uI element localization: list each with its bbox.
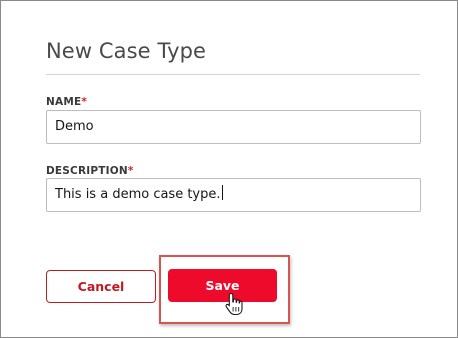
description-input[interactable]: This is a demo case type. (46, 178, 421, 212)
description-label: DESCRIPTION* (46, 165, 134, 177)
text-caret (221, 185, 223, 200)
name-required-marker: * (81, 96, 88, 108)
description-required-marker: * (127, 165, 134, 177)
description-label-text: DESCRIPTION (46, 165, 128, 177)
name-input-value: Demo (55, 119, 94, 134)
title-divider (46, 74, 420, 75)
dialog-title: New Case Type (46, 39, 207, 63)
description-input-value: This is a demo case type. (55, 187, 221, 202)
new-case-type-dialog: New Case Type NAME* Demo DESCRIPTION* Th… (0, 0, 458, 338)
cancel-button[interactable]: Cancel (46, 270, 156, 303)
save-button[interactable]: Save (168, 269, 277, 302)
name-input[interactable]: Demo (46, 110, 421, 144)
name-label-text: NAME (46, 96, 82, 108)
hand-pointer-icon (225, 292, 243, 316)
name-label: NAME* (46, 96, 87, 108)
